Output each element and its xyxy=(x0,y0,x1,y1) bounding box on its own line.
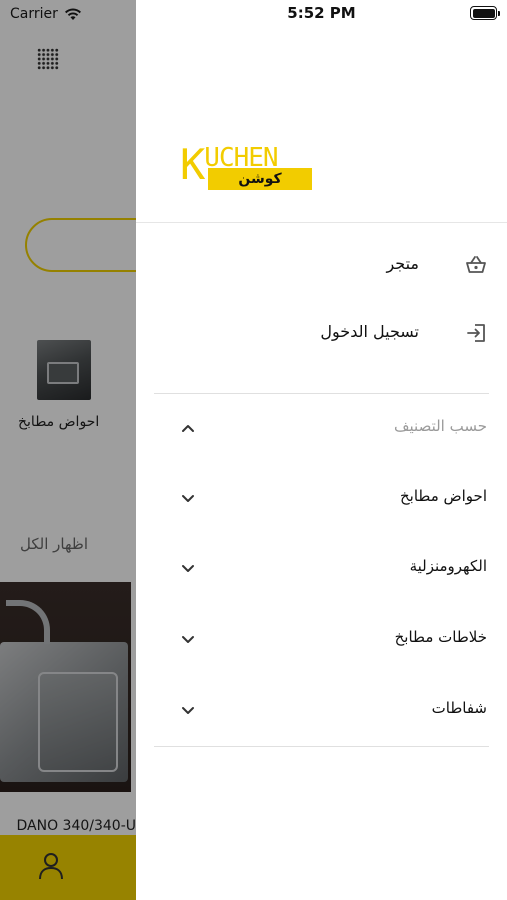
divider xyxy=(154,746,489,747)
category-item-kitchen-faucets[interactable]: خلاطات مطابخ xyxy=(136,615,507,665)
category-item-label: شفاطات xyxy=(431,699,487,717)
chevron-down-icon xyxy=(182,495,194,502)
battery-icon xyxy=(470,6,500,20)
logo-arabic-text: كوشن xyxy=(208,168,312,190)
status-time: 5:52 PM xyxy=(287,4,356,22)
overlay-scrim[interactable] xyxy=(0,0,136,900)
category-item-label: خلاطات مطابخ xyxy=(394,628,487,646)
categories-header-label: حسب التصنيف xyxy=(393,417,487,435)
chevron-down-icon xyxy=(182,707,194,714)
menu-item-label: تسجيل الدخول xyxy=(320,322,419,341)
navigation-drawer: 5:52 PM KUCHEN كوشن متجر تسجيل الدخول حس… xyxy=(136,0,507,900)
menu-item-label: متجر xyxy=(386,254,419,273)
menu-item-login[interactable]: تسجيل الدخول xyxy=(136,308,507,360)
categories-header[interactable]: حسب التصنيف xyxy=(136,404,507,454)
category-item-label: احواض مطابخ xyxy=(399,487,487,505)
status-bar-left: Carrier xyxy=(10,4,82,24)
kuchen-logo: KUCHEN كوشن xyxy=(180,143,314,193)
basket-icon xyxy=(466,256,486,273)
divider xyxy=(154,393,489,394)
category-item-label: الكهرومنزلية xyxy=(409,557,487,575)
carrier-label: Carrier xyxy=(10,6,58,22)
category-item-range-hoods[interactable]: شفاطات xyxy=(136,686,507,736)
chevron-down-icon xyxy=(182,565,194,572)
wifi-icon xyxy=(64,8,81,20)
divider xyxy=(136,222,507,223)
menu-item-store[interactable]: متجر xyxy=(136,240,507,292)
category-item-kitchen-sinks[interactable]: احواض مطابخ xyxy=(136,474,507,524)
chevron-down-icon xyxy=(182,636,194,643)
chevron-up-icon xyxy=(182,425,194,432)
login-icon xyxy=(467,324,485,342)
category-item-home-appliances[interactable]: الكهرومنزلية xyxy=(136,544,507,594)
